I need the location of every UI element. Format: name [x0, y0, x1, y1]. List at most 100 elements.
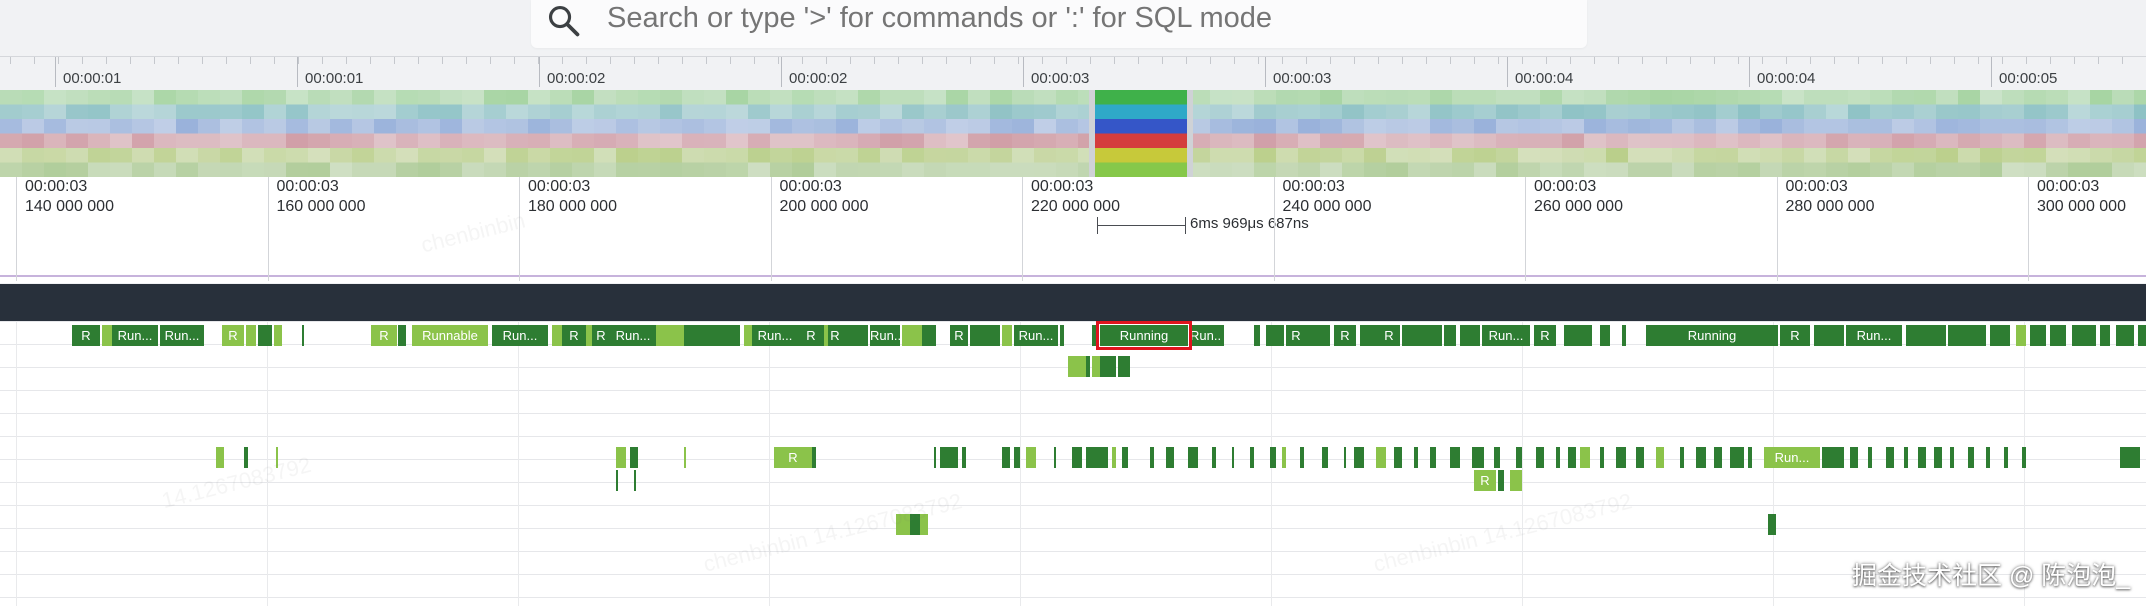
slice-running[interactable]: [2050, 325, 2066, 346]
slice-running[interactable]: [1904, 447, 1908, 468]
slice-runnable[interactable]: Runnable: [412, 325, 488, 346]
slice-running[interactable]: [2030, 325, 2046, 346]
slice-runnable[interactable]: [902, 325, 922, 346]
slice-running[interactable]: [1990, 325, 2010, 346]
slice-running[interactable]: [1536, 447, 1544, 468]
slice-running[interactable]: [1054, 447, 1056, 468]
slice-running[interactable]: [1014, 447, 1020, 468]
cpu-track-0[interactable]: R Run... Run... R R Runnable Run... R R Run... Run…: [0, 321, 2146, 350]
slice-running[interactable]: [1402, 325, 1442, 346]
slice-running[interactable]: [302, 325, 304, 346]
slice-running[interactable]: [2138, 325, 2146, 346]
slice-running[interactable]: [630, 447, 638, 468]
slice-running[interactable]: [1822, 447, 1844, 468]
slice-running[interactable]: [1918, 447, 1926, 468]
slice-running[interactable]: [910, 514, 920, 535]
slice-running[interactable]: [1568, 447, 1576, 468]
slice-running[interactable]: Run...: [610, 325, 656, 346]
slice-running[interactable]: R: [1334, 325, 1356, 346]
slice-runnable[interactable]: [2016, 325, 2026, 346]
slice-running[interactable]: [1494, 447, 1500, 468]
slice-running[interactable]: [1748, 447, 1752, 468]
slice-running[interactable]: [1166, 447, 1174, 468]
slice-running[interactable]: [970, 325, 1000, 346]
slice-running[interactable]: [1150, 447, 1154, 468]
slice-running[interactable]: [1714, 447, 1722, 468]
slice-running[interactable]: Run...: [1190, 325, 1220, 346]
slice-running[interactable]: [1622, 325, 1626, 346]
slice-runnable[interactable]: [684, 447, 686, 468]
slice-running[interactable]: [244, 447, 248, 468]
slice-running[interactable]: [1414, 447, 1418, 468]
slice-running[interactable]: [1680, 447, 1684, 468]
slice-running[interactable]: [1254, 325, 1260, 346]
slice-running[interactable]: [1220, 325, 1224, 346]
slice-running[interactable]: [702, 325, 740, 346]
track-group-header[interactable]: [0, 284, 2146, 321]
slice-running[interactable]: [2004, 447, 2008, 468]
slice-running[interactable]: [1086, 356, 1090, 377]
slice-running[interactable]: [1002, 447, 1010, 468]
slice-runnable[interactable]: [896, 514, 910, 535]
slice-running[interactable]: [1086, 447, 1108, 468]
slice-runnable[interactable]: [1580, 447, 1590, 468]
slice-running[interactable]: [1266, 325, 1284, 346]
slice-running[interactable]: [1360, 325, 1378, 346]
slice-running[interactable]: R: [1378, 325, 1400, 346]
slice-running[interactable]: Run...: [112, 325, 158, 346]
omnibox[interactable]: [531, 0, 1587, 48]
slice-running[interactable]: [1516, 447, 1522, 468]
slice-running[interactable]: [1886, 447, 1894, 468]
slice-runnable[interactable]: [616, 447, 626, 468]
slice-runnable[interactable]: [1002, 325, 1012, 346]
slice-running[interactable]: Run...: [752, 325, 798, 346]
slice-running[interactable]: R: [1780, 325, 1810, 346]
slice-runnable[interactable]: [1656, 447, 1664, 468]
slice-running[interactable]: Run...: [870, 325, 900, 346]
slice-running[interactable]: [1564, 325, 1592, 346]
slice-runnable[interactable]: [656, 325, 684, 346]
slice-running[interactable]: [1696, 447, 1706, 468]
slice-running[interactable]: [1636, 447, 1644, 468]
slice-runnable[interactable]: [1068, 356, 1086, 377]
slice-running[interactable]: [1814, 325, 1844, 346]
slice-running[interactable]: [922, 325, 936, 346]
slice-running[interactable]: Run...: [1014, 325, 1058, 346]
slice-running[interactable]: [1730, 447, 1744, 468]
slice-running[interactable]: [1060, 325, 1064, 346]
slice-running[interactable]: [1344, 447, 1346, 468]
slice-running[interactable]: R: [828, 325, 842, 346]
slice-running[interactable]: [1430, 447, 1436, 468]
slice-running[interactable]: [1600, 325, 1610, 346]
slice-running[interactable]: [1850, 447, 1858, 468]
slice-runnable[interactable]: [102, 325, 112, 346]
slice-running[interactable]: [1122, 447, 1128, 468]
slice-running[interactable]: [1444, 325, 1456, 346]
slice-runnable[interactable]: [1092, 356, 1100, 377]
slice-running[interactable]: [634, 470, 636, 491]
slice-running[interactable]: [1968, 447, 1974, 468]
slice-running[interactable]: R: [1534, 325, 1556, 346]
slice-running[interactable]: [1354, 447, 1364, 468]
slice-running[interactable]: [1306, 325, 1330, 346]
slice-runnable[interactable]: Run...: [1764, 447, 1820, 468]
slice-running[interactable]: [2022, 447, 2026, 468]
overview-selection-handle[interactable]: [1187, 90, 1193, 177]
slice-running[interactable]: [842, 325, 868, 346]
cpu-track-1[interactable]: [0, 355, 2146, 378]
slice-running[interactable]: R: [72, 325, 100, 346]
slice-running[interactable]: [1460, 325, 1480, 346]
slice-running[interactable]: [1394, 447, 1402, 468]
slice-running[interactable]: [398, 325, 406, 346]
slice-running[interactable]: [1868, 447, 1872, 468]
slice-running[interactable]: [1768, 514, 1776, 535]
slice-running[interactable]: [2072, 325, 2096, 346]
slice-running[interactable]: [2120, 447, 2140, 468]
slice-running[interactable]: [1270, 447, 1276, 468]
slice-running[interactable]: [1934, 447, 1942, 468]
slice-running[interactable]: [1450, 447, 1460, 468]
slice-running[interactable]: [962, 447, 966, 468]
search-input[interactable]: [607, 0, 1567, 36]
slice-running[interactable]: Run...: [1482, 325, 1530, 346]
slice-running[interactable]: Run...: [492, 325, 548, 346]
